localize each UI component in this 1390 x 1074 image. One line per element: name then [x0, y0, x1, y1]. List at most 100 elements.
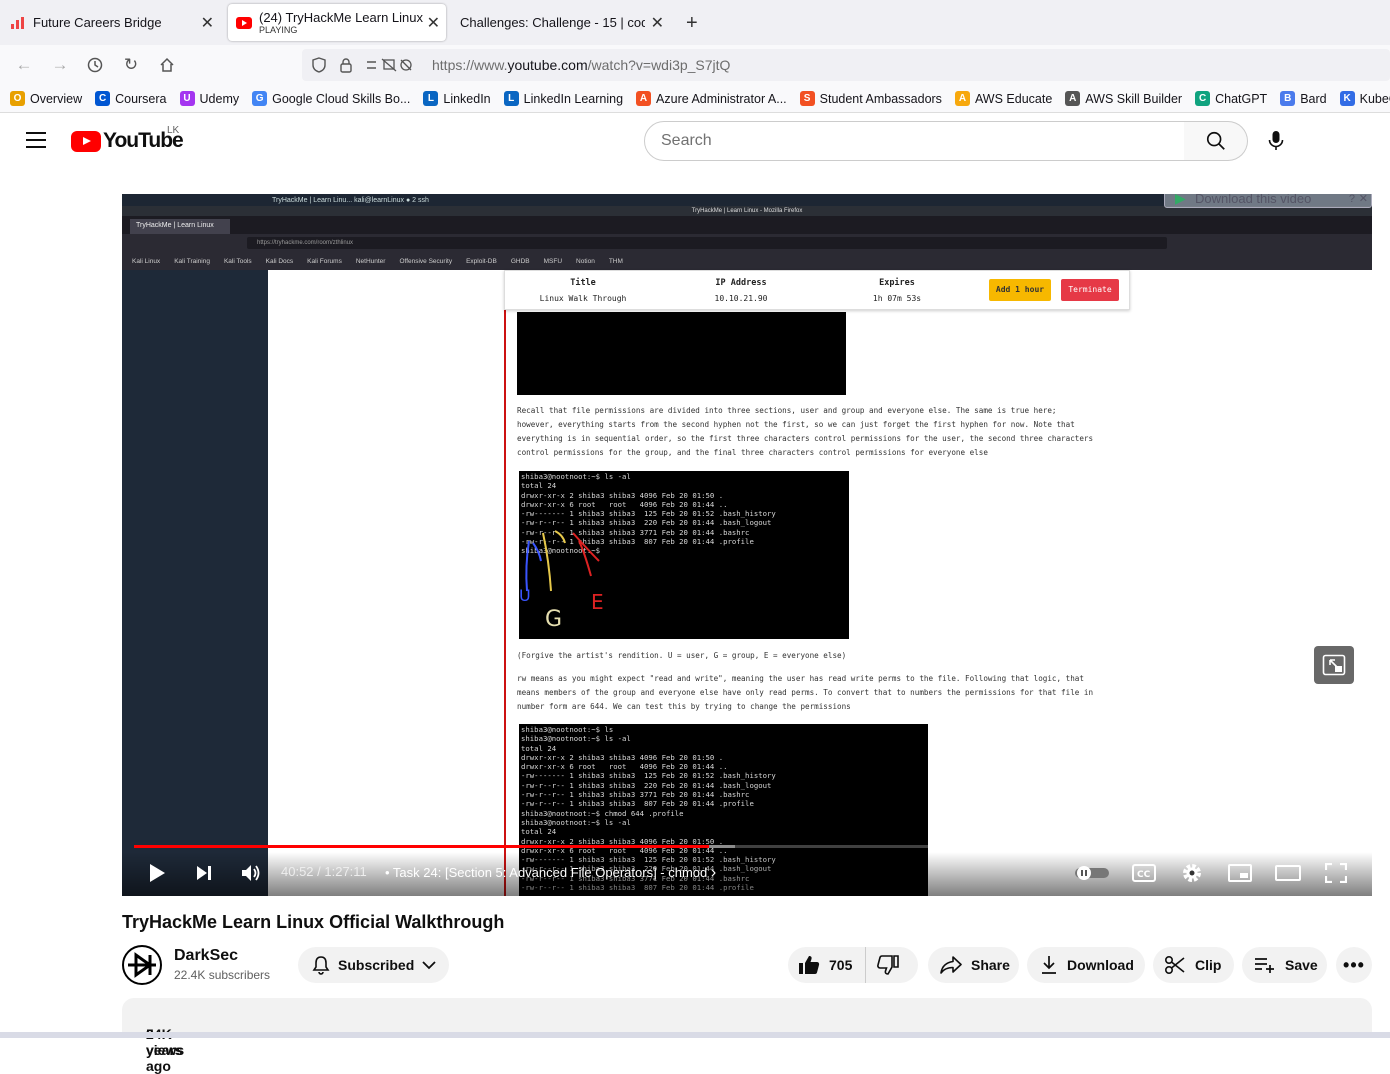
browser-nav-bar: ← → ↻ https://www.youtube.com/watch?v=wd…: [0, 45, 1390, 85]
clip-label: Clip: [1195, 957, 1222, 973]
permissions-icon[interactable]: [366, 58, 414, 72]
vm-bookmark-item: Kali Linux: [132, 257, 161, 265]
subscribed-button[interactable]: Subscribed: [298, 947, 449, 983]
vm-terminal-screenshot-1: shiba3@nootnoot:~$ ls -al total 24 drwxr…: [519, 471, 849, 639]
bookmark-label: Google Cloud Skills Bo...: [272, 91, 411, 106]
close-icon[interactable]: ✕: [427, 13, 440, 33]
bookmark-label: Bard: [1300, 91, 1327, 106]
bookmark-label: LinkedIn: [443, 91, 491, 106]
bookmark-item[interactable]: C ChatGPT: [1195, 91, 1267, 106]
bookmark-item[interactable]: L LinkedIn Learning: [503, 91, 623, 106]
bookmark-item[interactable]: K KubeCampus: [1339, 91, 1390, 106]
home-icon[interactable]: [156, 54, 178, 76]
vm-bookmark-item: Offensive Security: [399, 257, 453, 265]
lock-icon[interactable]: [340, 57, 352, 73]
back-arrow-icon[interactable]: ←: [13, 54, 35, 76]
play-icon: [150, 864, 165, 882]
site-icon: [11, 16, 24, 29]
reload-icon[interactable]: ↻: [120, 54, 142, 76]
search-button[interactable]: [1184, 121, 1248, 161]
close-icon[interactable]: ✕: [651, 13, 664, 33]
bookmark-label: Overview: [30, 91, 83, 106]
channel-avatar[interactable]: [122, 945, 162, 985]
vm-bookmark-item: Exploit-DB: [466, 257, 497, 265]
download-button[interactable]: Download: [1027, 947, 1145, 983]
settings-button[interactable]: [1177, 860, 1207, 886]
vm-card-ip-heading: IP Address: [715, 278, 767, 288]
bookmark-item[interactable]: G Google Cloud Skills Bo...: [252, 91, 410, 106]
autoplay-toggle[interactable]: [1074, 860, 1110, 886]
subscriber-count: 22.4K subscribers: [174, 968, 271, 982]
chapter-title[interactable]: • Task 24: [Section 5: Advanced File Ope…: [385, 864, 716, 882]
close-icon[interactable]: ✕: [1359, 194, 1368, 209]
mute-button[interactable]: [236, 860, 266, 886]
bookmark-item[interactable]: O Overview: [10, 91, 82, 106]
clip-button[interactable]: Clip: [1153, 947, 1234, 983]
forward-arrow-icon[interactable]: →: [49, 54, 71, 76]
miniplayer-button[interactable]: [1225, 860, 1255, 886]
dislike-button[interactable]: [866, 947, 899, 983]
subscribed-label: Subscribed: [338, 957, 415, 973]
close-icon[interactable]: ✕: [201, 13, 214, 33]
tab-future-careers[interactable]: Future Careers Bridge ✕: [10, 4, 220, 41]
tab-youtube-video[interactable]: (24) TryHackMe Learn Linux Offi PLAYING …: [228, 4, 446, 41]
volume-icon: [242, 865, 260, 881]
youtube-header: YouTube LK Search: [0, 113, 1390, 169]
region-code: LK: [167, 125, 180, 136]
bookmark-item[interactable]: A Azure Administrator A...: [636, 91, 787, 106]
vm-bookmark-item: GHDB: [510, 257, 530, 265]
voice-search-button[interactable]: [1264, 129, 1288, 153]
subtitles-button[interactable]: CC: [1129, 860, 1159, 886]
microsoft-icon: S: [799, 91, 815, 106]
new-tab-plus-icon[interactable]: +: [686, 12, 698, 35]
search-input[interactable]: Search: [644, 121, 1185, 161]
next-button[interactable]: [189, 860, 219, 886]
url-text[interactable]: https://www.youtube.com/watch?v=wdi3p_S7…: [432, 57, 730, 73]
coursera-icon: C: [95, 91, 111, 106]
bookmark-item[interactable]: A AWS Educate: [954, 91, 1052, 106]
download-video-overlay[interactable]: ▶ Download this video ? ✕: [1164, 194, 1372, 208]
vm-bookmark-item: Kali Forums: [307, 257, 342, 265]
tab-codecademy[interactable]: Challenges: Challenge - 15 | codeCa ✕: [460, 4, 670, 41]
bookmark-label: Azure Administrator A...: [656, 91, 787, 106]
browser-tab-strip: Future Careers Bridge ✕ (24) TryHackMe L…: [0, 0, 1390, 45]
vm-card-expires-heading: Expires: [879, 278, 915, 288]
bookmark-item[interactable]: A AWS Skill Builder: [1065, 91, 1182, 106]
play-button[interactable]: [142, 860, 172, 886]
bard-icon: B: [1280, 91, 1296, 106]
vm-red-divider: [504, 310, 506, 896]
vm-drawing-u: U: [519, 586, 531, 605]
address-bar[interactable]: https://www.youtube.com/watch?v=wdi3p_S7…: [302, 49, 1390, 81]
more-horizontal-icon: •••: [1343, 955, 1365, 975]
history-icon[interactable]: [84, 54, 106, 76]
fullscreen-button[interactable]: [1321, 860, 1351, 886]
video-player[interactable]: TryHackMe | Learn Linu... kali@learnLinu…: [122, 194, 1372, 896]
more-actions-button[interactable]: •••: [1336, 947, 1372, 983]
like-button[interactable]: 705: [788, 947, 866, 983]
vm-bookmarks-bar: Kali Linux Kali Training Kali Tools Kali Do…: [122, 252, 1372, 270]
menu-icon[interactable]: [26, 132, 46, 148]
theater-mode-icon: [1275, 865, 1301, 881]
vm-sidebar: [122, 270, 268, 896]
theater-mode-button[interactable]: [1273, 860, 1303, 886]
channel-name[interactable]: DarkSec: [174, 947, 238, 965]
save-button[interactable]: Save: [1242, 947, 1327, 983]
bookmark-item[interactable]: L LinkedIn: [423, 91, 491, 106]
time-display: 40:52 / 1:27:11: [281, 864, 367, 879]
bookmark-item[interactable]: B Bard: [1280, 91, 1327, 106]
youtube-logo[interactable]: YouTube LK: [71, 125, 184, 153]
bookmark-item[interactable]: U Udemy: [179, 91, 239, 106]
url-prefix: https://www.: [432, 57, 508, 73]
mini-player-toggle-button[interactable]: [1314, 646, 1354, 684]
tab-title: (24) TryHackMe Learn Linux Offi: [259, 10, 424, 25]
microphone-icon: [1268, 131, 1284, 150]
progress-bar[interactable]: [134, 845, 1360, 848]
playlist-add-icon: [1255, 958, 1274, 973]
bookmark-item[interactable]: S Student Ambassadors: [799, 91, 942, 106]
share-button[interactable]: Share: [928, 947, 1019, 983]
shield-icon[interactable]: [312, 57, 326, 73]
bookmark-item[interactable]: C Coursera: [95, 91, 167, 106]
help-icon[interactable]: ?: [1349, 194, 1355, 209]
vm-black-image: [517, 312, 846, 395]
vm-bookmark-item: NetHunter: [355, 257, 386, 265]
